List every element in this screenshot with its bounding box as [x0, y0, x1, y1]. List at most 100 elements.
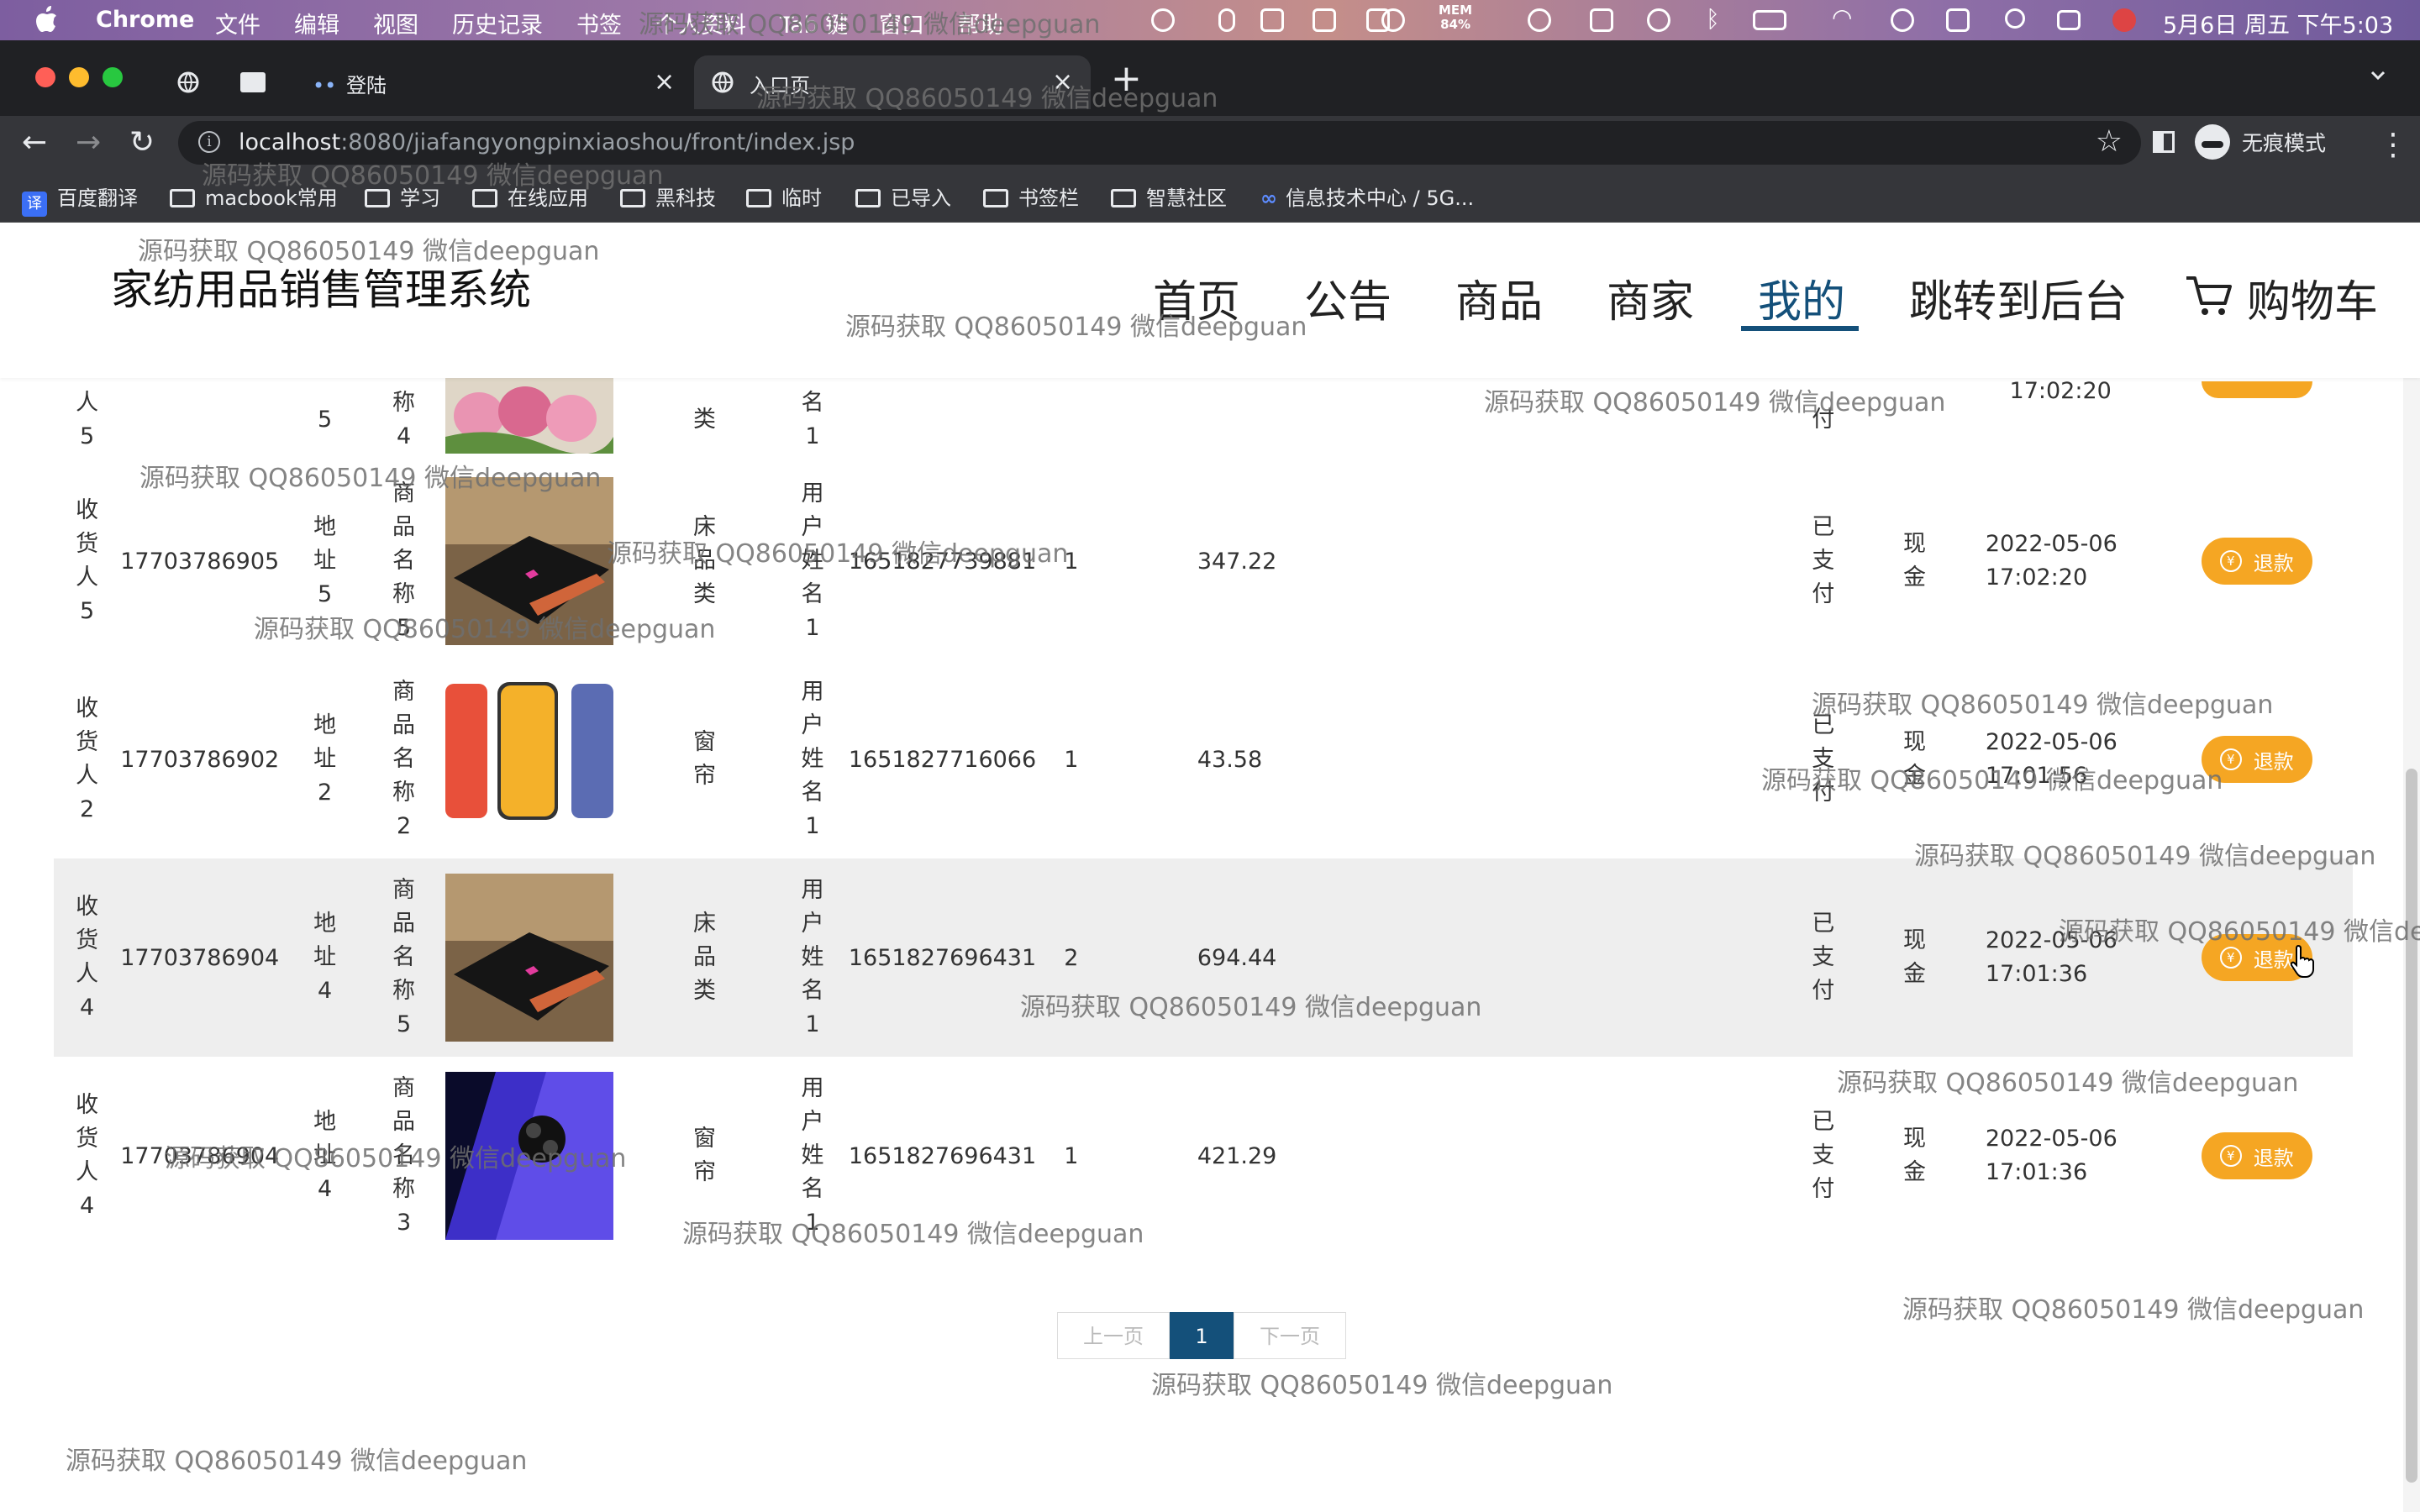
tool-icon[interactable]	[1647, 8, 1670, 32]
control-center-icon[interactable]	[2057, 10, 2081, 30]
cell-image	[437, 858, 622, 1057]
date-text: 2022-05-06	[1985, 927, 2118, 953]
close-icon[interactable]: ×	[654, 67, 675, 97]
scrollbar-thumb[interactable]	[2406, 769, 2417, 1483]
time-text: 17:01:56	[1985, 763, 2088, 789]
menu-file[interactable]: 文件	[215, 7, 260, 39]
yen-icon: ¥	[2219, 748, 2242, 770]
next-page-button[interactable]: 下一页	[1234, 1312, 1346, 1359]
cell-qty: 2	[1047, 858, 1155, 1057]
memory-monitor[interactable]: MEM 84%	[1439, 3, 1472, 32]
page-1-button[interactable]: 1	[1170, 1312, 1234, 1359]
cell-order-no: 1651827739881	[838, 462, 1048, 660]
cell-text: 称4	[392, 390, 416, 449]
battery-icon[interactable]	[1753, 10, 1786, 30]
password-icon[interactable]	[1528, 8, 1551, 32]
wifi-icon[interactable]: ◠	[1832, 3, 1855, 31]
bluetooth-icon[interactable]: ᛒ	[1706, 5, 1729, 33]
refund-label: 退款	[2253, 551, 2294, 575]
search-icon[interactable]	[2005, 8, 2025, 29]
menu-edit[interactable]: 编辑	[294, 7, 339, 39]
bookmark-folder-online-apps[interactable]: 在线应用	[472, 181, 588, 210]
user-icon[interactable]	[1891, 8, 1914, 32]
cell-datetime: 2022-05-06 17:02:20	[1960, 462, 2161, 660]
product-text: 商品名称5	[392, 480, 416, 641]
bookmark-folder-smart-community[interactable]: 智慧社区	[1111, 181, 1227, 210]
date-text: 2022-05-06	[1985, 729, 2118, 755]
input-method-icon[interactable]	[1260, 8, 1284, 32]
back-button[interactable]: ←	[22, 126, 47, 160]
bookmark-folder-blacktech[interactable]: 黑科技	[620, 181, 716, 210]
nav-admin[interactable]: 跳转到后台	[1909, 266, 2128, 329]
bookmark-folder-macbook[interactable]: macbook常用	[170, 181, 338, 210]
menu-bookmarks[interactable]: 书签	[576, 7, 622, 39]
cell-address: 地址4	[279, 1057, 371, 1255]
record-icon[interactable]	[1151, 8, 1175, 32]
menu-profile[interactable]: 个人资料	[655, 7, 746, 39]
nav-products[interactable]: 商品	[1455, 266, 1543, 329]
qq-icon[interactable]	[1381, 8, 1405, 32]
address-bar[interactable]: i localhost:8080/jiafangyongpinxiaoshou/…	[178, 121, 2141, 165]
cell-status: 已支付	[1777, 660, 1869, 858]
minimize-window-button[interactable]	[69, 67, 89, 87]
close-window-button[interactable]	[35, 67, 55, 87]
forward-button[interactable]: →	[76, 126, 101, 160]
cell-action: ¥ 退款	[2160, 1057, 2353, 1255]
close-icon[interactable]: ×	[1052, 67, 1073, 97]
menu-window[interactable]: 窗口	[879, 7, 924, 39]
pinned-tab-icon[interactable]	[240, 72, 266, 92]
nav-mine[interactable]: 我的	[1758, 266, 1845, 329]
cell-datetime: 2022-05-06 17:01:56	[1960, 660, 2161, 858]
tab-entry-page[interactable]: 入口页 ×	[694, 55, 1091, 109]
bookmark-it-center[interactable]: ∞ 信息技术中心 / 5G...	[1260, 181, 1474, 210]
url-path: :8080/jiafangyongpinxiaoshou/front/index…	[340, 129, 855, 155]
app-name[interactable]: Chrome	[96, 7, 194, 33]
nav-home[interactable]: 首页	[1153, 266, 1240, 329]
bookmark-star-icon[interactable]: ☆	[2096, 124, 2123, 159]
bookmark-baidu-translate[interactable]: 译百度翻译	[22, 181, 138, 217]
app-switcher-icon[interactable]	[1946, 8, 1970, 32]
globe-icon	[712, 71, 734, 93]
wps-icon[interactable]	[1313, 8, 1336, 32]
cell-amount: 347.22	[1155, 462, 1430, 660]
apple-logo-icon[interactable]	[34, 5, 59, 34]
refund-button-partial[interactable]	[2201, 381, 2312, 398]
info-icon[interactable]: i	[198, 131, 220, 153]
menu-view[interactable]: 视图	[373, 7, 418, 39]
menu-help[interactable]: 帮助	[958, 7, 1003, 39]
screen-mirror-icon[interactable]	[1590, 8, 1613, 32]
siri-icon[interactable]	[2112, 8, 2136, 32]
zoom-window-button[interactable]	[103, 67, 123, 87]
cell-user: 名1	[787, 378, 838, 462]
cell-product: 商品名称3	[371, 1057, 437, 1255]
refund-button[interactable]: ¥ 退款	[2201, 736, 2312, 783]
menu-history[interactable]: 历史记录	[452, 7, 543, 39]
reload-button[interactable]: ↻	[129, 126, 155, 160]
globe-icon[interactable]	[176, 71, 200, 94]
incognito-profile-button[interactable]: 无痕模式	[2195, 123, 2326, 161]
new-tab-button[interactable]: +	[1111, 60, 1142, 97]
bookmark-folder-imported[interactable]: 已导入	[855, 181, 951, 210]
more-menu-icon[interactable]: ⋮	[2378, 128, 2408, 162]
nav-merchants[interactable]: 商家	[1607, 266, 1694, 329]
microphone-icon[interactable]	[1218, 8, 1235, 32]
folder-icon	[365, 189, 390, 207]
shopping-cart-icon[interactable]	[2185, 273, 2233, 320]
status-text: 已支付	[1812, 712, 1835, 806]
bookmark-folder-bookmarks-bar[interactable]: 书签栏	[983, 181, 1079, 210]
bookmark-folder-study[interactable]: 学习	[365, 181, 440, 210]
menu-tab[interactable]: Tab 键	[780, 7, 848, 39]
prev-page-button[interactable]: 上一页	[1057, 1312, 1170, 1359]
chevron-down-icon[interactable]	[2370, 67, 2386, 84]
url-text[interactable]: localhost:8080/jiafangyongpinxiaoshou/fr…	[239, 129, 855, 155]
tab-login[interactable]: •• 登陆 ×	[294, 55, 681, 109]
nav-notice[interactable]: 公告	[1304, 266, 1392, 329]
datetime[interactable]: 5月6日 周五 下午5:03	[2163, 7, 2393, 39]
nav-cart[interactable]: 购物车	[2247, 266, 2378, 329]
side-panel-icon[interactable]	[2153, 131, 2175, 153]
refund-button[interactable]: ¥ 退款	[2201, 1132, 2312, 1179]
bookmark-folder-temp[interactable]: 临时	[746, 181, 822, 210]
bookmark-label: 已导入	[891, 186, 951, 210]
refund-button[interactable]: ¥ 退款	[2201, 538, 2312, 585]
yen-icon: ¥	[2219, 550, 2242, 572]
